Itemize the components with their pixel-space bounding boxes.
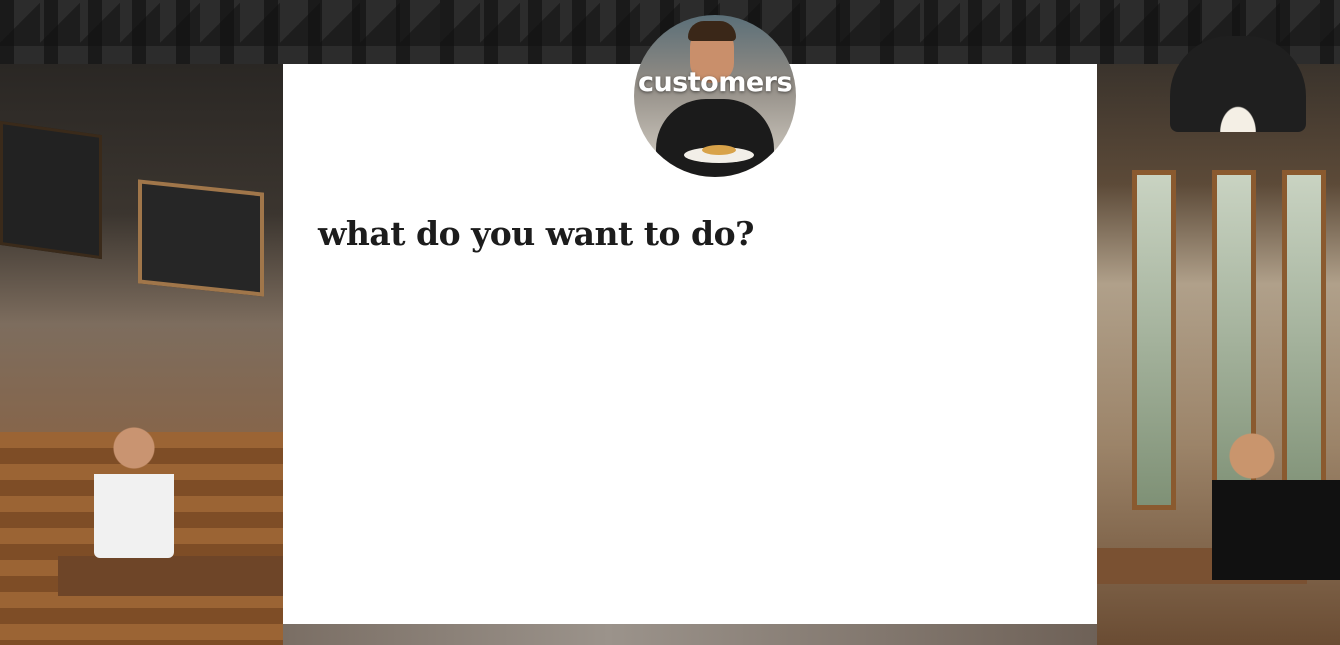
avatar-food [702, 145, 736, 155]
avatar-label: customers [637, 67, 793, 98]
avatar-person-hair [688, 21, 736, 41]
chalkboard-menu-map [138, 179, 264, 297]
customers-avatar[interactable]: customers [634, 15, 796, 177]
floor [283, 624, 1097, 645]
avatar-person-body [656, 99, 774, 177]
left-table [58, 556, 283, 596]
chalkboard-menu-left [0, 120, 102, 260]
window-pane [1132, 170, 1176, 510]
page-heading: what do you want to do? [318, 214, 754, 253]
seated-woman [94, 418, 174, 558]
pendant-lamp [1170, 36, 1306, 132]
seated-man-laptop [1212, 420, 1340, 580]
